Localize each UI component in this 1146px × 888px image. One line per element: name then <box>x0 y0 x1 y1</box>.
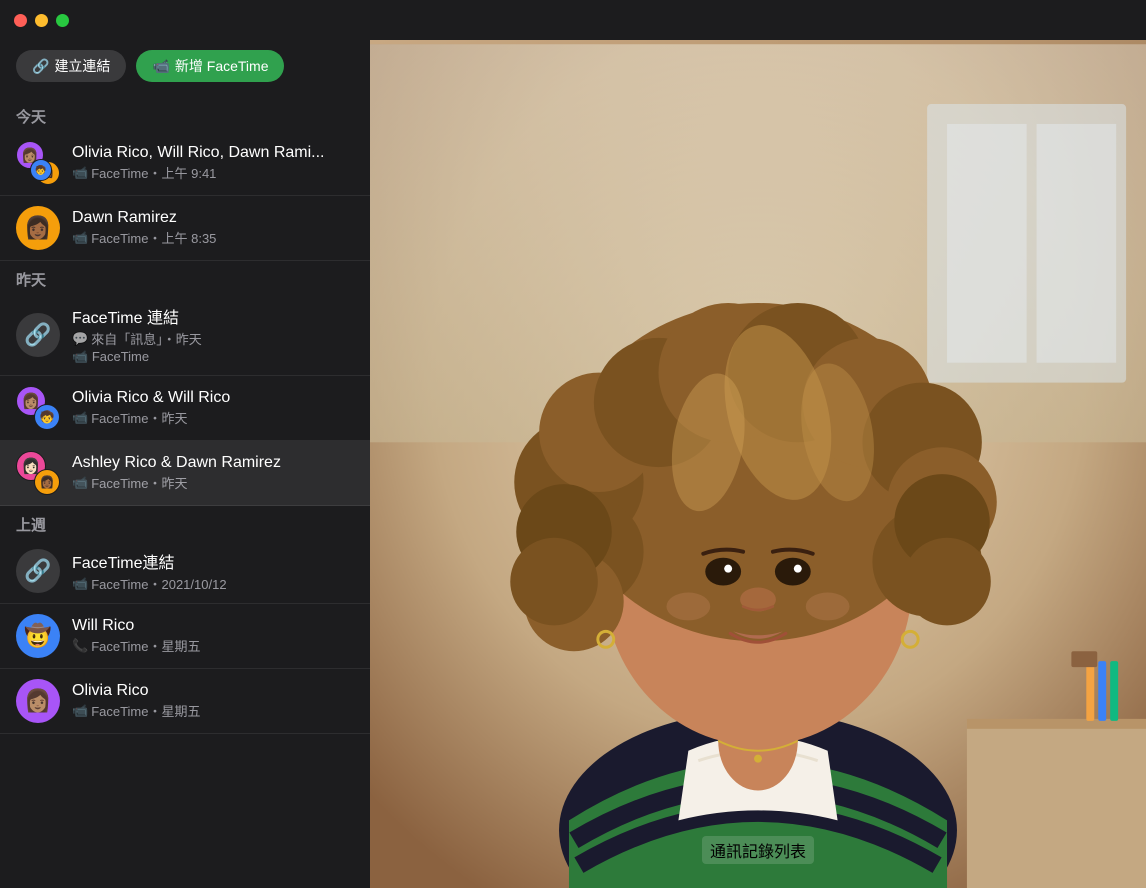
create-link-button[interactable]: 🔗 建立連結 <box>16 50 126 82</box>
video-icon: 📹 <box>72 576 88 592</box>
call-name: Ashley Rico & Dawn Ramirez <box>72 454 354 472</box>
call-name: Olivia Rico, Will Rico, Dawn Rami... <box>72 144 354 162</box>
video-icon: 📹 <box>72 165 88 181</box>
call-name: FaceTime 連結 <box>72 304 354 328</box>
call-info: Ashley Rico & Dawn Ramirez 📹 FaceTime・昨天 <box>72 454 354 492</box>
list-item[interactable]: 🔗 FaceTime連結 📹 FaceTime・2021/10/12 <box>0 539 370 604</box>
main-layout: 🔗 建立連結 📹 新增 FaceTime 今天 👩🏽 👩🏾 🧒 Olivia R… <box>0 40 1146 888</box>
call-info: FaceTime 連結 💬 來自「訊息」・昨天 📹 FaceTime <box>72 304 354 365</box>
call-subtitle: 📹 FaceTime・昨天 <box>72 408 354 427</box>
video-icon: 📹 <box>72 703 88 719</box>
avatar-group: 👩🏽 👩🏾 🧒 <box>16 141 60 185</box>
section-yesterday: 昨天 <box>0 261 370 294</box>
contact-list-label: 通訊記錄列表 <box>702 836 814 864</box>
message-icon: 💬 <box>72 331 88 347</box>
avatar: 👩🏾 <box>34 469 60 495</box>
call-subtitle2: 📹 FaceTime <box>72 349 354 365</box>
video-icon: 📹 <box>72 475 88 491</box>
video-icon: 📹 <box>72 410 88 426</box>
call-name: Olivia Rico <box>72 682 354 700</box>
link-avatar: 🔗 <box>16 549 60 593</box>
call-subtitle: 💬 來自「訊息」・昨天 <box>72 329 354 348</box>
facetime-background <box>370 40 1146 888</box>
close-button[interactable] <box>14 14 27 27</box>
call-info: Olivia Rico, Will Rico, Dawn Rami... 📹 F… <box>72 144 354 182</box>
sidebar: 🔗 建立連結 📹 新增 FaceTime 今天 👩🏽 👩🏾 🧒 Olivia R… <box>0 40 370 888</box>
link-icon: 🔗 <box>24 558 51 584</box>
link-icon: 🔗 <box>32 58 49 75</box>
call-subtitle: 📹 FaceTime・星期五 <box>72 701 354 720</box>
new-facetime-button[interactable]: 📹 新增 FaceTime <box>136 50 284 82</box>
list-item[interactable]: 👩🏽 👩🏾 🧒 Olivia Rico, Will Rico, Dawn Ram… <box>0 131 370 196</box>
call-info: FaceTime連結 📹 FaceTime・2021/10/12 <box>72 549 354 593</box>
list-item[interactable]: 👩🏽 Olivia Rico 📹 FaceTime・星期五 <box>0 669 370 734</box>
phone-icon: 📞 <box>72 638 88 654</box>
link-avatar: 🔗 <box>16 313 60 357</box>
call-subtitle: 📹 FaceTime・上午 9:41 <box>72 163 354 182</box>
call-info: Olivia Rico & Will Rico 📹 FaceTime・昨天 <box>72 389 354 427</box>
call-info: Dawn Ramirez 📹 FaceTime・上午 8:35 <box>72 209 354 247</box>
call-name: Will Rico <box>72 617 354 635</box>
avatar: 🤠 <box>16 614 60 658</box>
call-info: Olivia Rico 📹 FaceTime・星期五 <box>72 682 354 720</box>
avatar: 🧒 <box>34 404 60 430</box>
create-link-label: 建立連結 <box>54 56 110 76</box>
video-icon: 📹 <box>72 349 88 364</box>
call-subtitle: 📹 FaceTime・昨天 <box>72 473 354 492</box>
call-subtitle: 📹 FaceTime・2021/10/12 <box>72 574 354 593</box>
call-name: Dawn Ramirez <box>72 209 354 227</box>
person-illustration <box>370 40 1146 888</box>
new-facetime-label: 新增 FaceTime <box>175 56 269 76</box>
call-subtitle: 📹 FaceTime・上午 8:35 <box>72 228 354 247</box>
avatar: 🧒 <box>30 159 52 181</box>
list-item[interactable]: 👩🏽 🧒 Olivia Rico & Will Rico 📹 FaceTime・… <box>0 376 370 441</box>
video-icon: 📹 <box>72 230 88 246</box>
list-item[interactable]: 🤠 Will Rico 📞 FaceTime・星期五 <box>0 604 370 669</box>
list-item[interactable]: 👩🏻 👩🏾 Ashley Rico & Dawn Ramirez 📹 FaceT… <box>0 441 370 506</box>
section-today: 今天 <box>0 98 370 131</box>
link-icon: 🔗 <box>24 322 51 348</box>
section-last-week: 上週 <box>0 506 370 539</box>
title-bar <box>0 0 1146 40</box>
call-name: FaceTime連結 <box>72 549 354 573</box>
fullscreen-button[interactable] <box>56 14 69 27</box>
avatar-group: 👩🏻 👩🏾 <box>16 451 60 495</box>
avatar-group: 👩🏽 🧒 <box>16 386 60 430</box>
avatar: 👩🏽 <box>16 679 60 723</box>
sidebar-toolbar: 🔗 建立連結 📹 新增 FaceTime <box>0 40 370 98</box>
list-item[interactable]: 🔗 FaceTime 連結 💬 來自「訊息」・昨天 📹 FaceTime <box>0 294 370 376</box>
avatar: 👩🏾 <box>16 206 60 250</box>
video-camera-icon: 📹 <box>152 58 169 75</box>
minimize-button[interactable] <box>35 14 48 27</box>
call-name: Olivia Rico & Will Rico <box>72 389 354 407</box>
facetime-content: 通訊記錄列表 <box>370 40 1146 888</box>
call-info: Will Rico 📞 FaceTime・星期五 <box>72 617 354 655</box>
call-subtitle: 📞 FaceTime・星期五 <box>72 636 354 655</box>
list-item[interactable]: 👩🏾 Dawn Ramirez 📹 FaceTime・上午 8:35 <box>0 196 370 261</box>
